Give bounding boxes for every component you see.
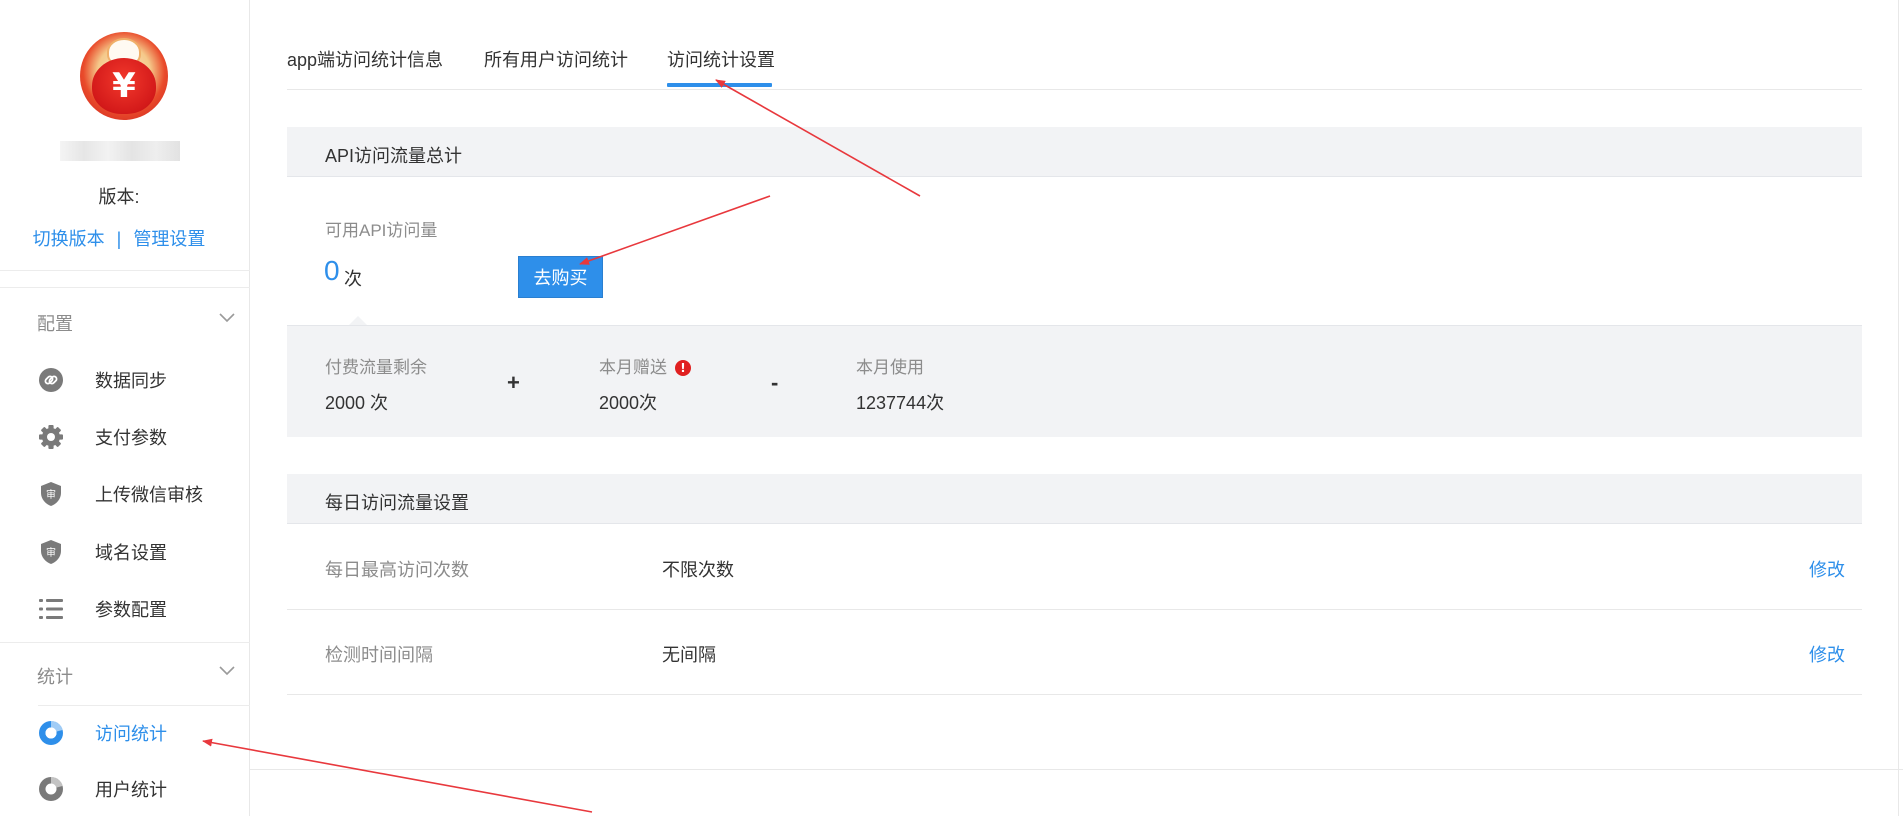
version-label: 版本: — [98, 187, 140, 207]
daily-settings-header: 每日访问流量设置 — [287, 474, 1862, 524]
tab-all-users-stats[interactable]: 所有用户访问统计 — [484, 46, 628, 72]
edit-link[interactable]: 修改 — [1809, 641, 1845, 667]
sidebar-divider — [0, 642, 250, 643]
sidebar-divider — [38, 705, 250, 706]
gear-icon — [38, 424, 64, 450]
sidebar-item-access-stats[interactable]: 访问统计 — [0, 707, 250, 759]
sidebar-item-label: 访问统计 — [95, 724, 167, 744]
avatar[interactable]: ¥ — [80, 32, 168, 120]
sidebar: ¥ 版本: 切换版本 | 管理设置 配置 数据同步 支付参数 审 上传微信审核 … — [0, 0, 250, 816]
info-icon[interactable]: ! — [675, 360, 691, 376]
tab-app-access-stats[interactable]: app端访问统计信息 — [287, 46, 443, 72]
sidebar-item-label: 参数配置 — [95, 600, 167, 620]
edit-link[interactable]: 修改 — [1809, 556, 1845, 582]
minus-sign: - — [771, 370, 779, 395]
sidebar-item-label: 数据同步 — [95, 371, 167, 391]
sidebar-item-label: 域名设置 — [95, 543, 167, 563]
buy-button[interactable]: 去购买 — [518, 256, 603, 298]
svg-text:审: 审 — [46, 546, 56, 559]
sidebar-item-label: 用户统计 — [95, 780, 167, 800]
monthly-used-label: 本月使用 — [856, 358, 924, 377]
section-title: API访问流量总计 — [325, 146, 463, 166]
setting-label: 检测时间间隔 — [325, 645, 433, 665]
list-icon — [38, 596, 64, 622]
paid-remaining-label: 付费流量剩余 — [325, 358, 427, 377]
shield-icon: 审 — [38, 539, 64, 565]
sidebar-item-label: 支付参数 — [95, 428, 167, 448]
stats-ring-icon — [38, 776, 64, 802]
available-api-unit: 次 — [344, 269, 362, 289]
content-right-border — [1898, 0, 1899, 816]
setting-label: 每日最高访问次数 — [325, 560, 469, 580]
blurred-account-name — [60, 141, 180, 161]
setting-row-check-interval: 检测时间间隔 无间隔 修改 — [287, 610, 1862, 695]
shield-icon: 审 — [38, 481, 64, 507]
chevron-down-icon[interactable] — [218, 661, 236, 679]
monthly-gift-label-wrap: 本月赠送! — [599, 353, 691, 378]
setting-value: 无间隔 — [662, 645, 716, 665]
link-separator: | — [116, 229, 122, 249]
available-api-value: 0 — [324, 255, 340, 286]
sidebar-item-param-config[interactable]: 参数配置 — [0, 583, 250, 635]
monthly-gift-value: 2000次 — [599, 393, 658, 413]
section-title: 每日访问流量设置 — [325, 493, 469, 513]
svg-text:审: 审 — [46, 488, 56, 501]
switch-version-link[interactable]: 切换版本 — [33, 229, 105, 249]
sidebar-group-stats-title[interactable]: 统计 — [37, 663, 73, 689]
sidebar-group-config-title[interactable]: 配置 — [37, 310, 73, 336]
chevron-down-icon[interactable] — [218, 308, 236, 326]
active-tab-indicator — [667, 83, 772, 87]
sidebar-item-user-stats[interactable]: 用户统计 — [0, 763, 250, 815]
sidebar-item-payment-params[interactable]: 支付参数 — [0, 411, 250, 463]
tab-access-stats-settings[interactable]: 访问统计设置 — [667, 46, 775, 72]
stats-ring-icon — [38, 720, 64, 746]
annotation-arrow — [202, 738, 593, 813]
link-icon — [38, 367, 64, 393]
available-api-label: 可用API访问量 — [325, 221, 438, 240]
sidebar-item-domain-settings[interactable]: 审 域名设置 — [0, 526, 250, 578]
sidebar-item-wechat-review[interactable]: 审 上传微信审核 — [0, 468, 250, 520]
tab-bar: app端访问统计信息 所有用户访问统计 访问统计设置 — [287, 0, 1862, 90]
traffic-breakdown — [287, 325, 1862, 437]
setting-row-daily-max: 每日最高访问次数 不限次数 修改 — [287, 525, 1862, 610]
sidebar-item-data-sync[interactable]: 数据同步 — [0, 354, 250, 406]
content-bottom-border — [250, 769, 1903, 770]
manage-settings-link[interactable]: 管理设置 — [133, 229, 205, 249]
plus-sign: + — [507, 370, 520, 395]
sidebar-item-label: 上传微信审核 — [95, 485, 203, 505]
api-total-header: API访问流量总计 — [287, 127, 1862, 177]
paid-remaining-value: 2000 次 — [325, 393, 389, 413]
yen-icon: ¥ — [112, 66, 136, 106]
account-links: 切换版本 | 管理设置 — [0, 225, 238, 251]
sidebar-divider — [0, 287, 250, 288]
monthly-gift-label: 本月赠送 — [599, 358, 667, 377]
annotation-arrow — [579, 195, 771, 265]
monthly-used-value: 1237744次 — [856, 393, 945, 413]
setting-value: 不限次数 — [662, 560, 734, 580]
sidebar-divider — [0, 270, 250, 271]
